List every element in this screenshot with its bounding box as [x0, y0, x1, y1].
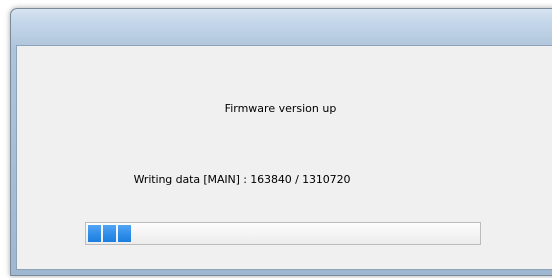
- bytes-total: 1310720: [302, 173, 351, 186]
- progress-bar: [85, 222, 481, 245]
- firmware-dialog-window: Firmware version up Writing data [MAIN] …: [10, 8, 552, 276]
- dialog-client-area: Firmware version up Writing data [MAIN] …: [16, 45, 552, 270]
- bytes-separator: /: [295, 173, 299, 186]
- status-prefix: Writing data [MAIN] :: [133, 173, 247, 186]
- write-status: Writing data [MAIN] : 163840 / 1310720: [17, 173, 467, 186]
- bytes-written: 163840: [250, 173, 292, 186]
- progress-chunk: [118, 225, 131, 242]
- progress-chunk: [88, 225, 101, 242]
- dialog-titlebar[interactable]: [11, 9, 552, 37]
- dialog-heading: Firmware version up: [224, 102, 337, 115]
- progress-track: [88, 225, 478, 242]
- progress-chunk: [103, 225, 116, 242]
